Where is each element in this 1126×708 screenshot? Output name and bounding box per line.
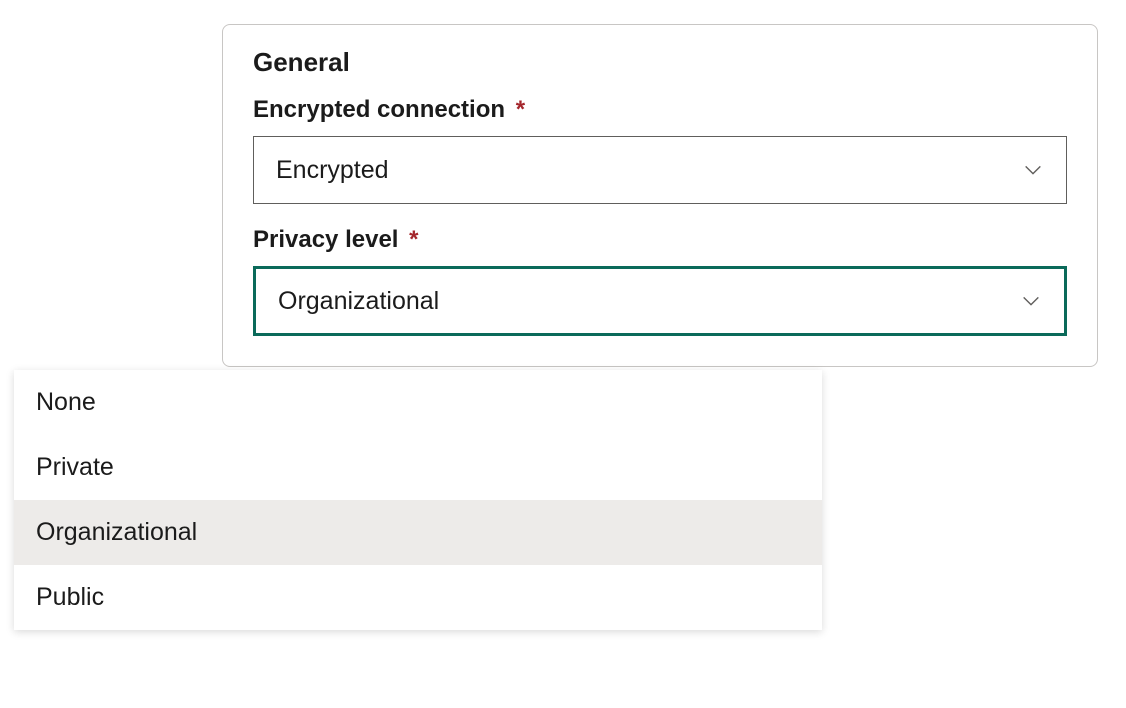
encrypted-connection-label: Encrypted connection * — [253, 96, 1067, 124]
encrypted-connection-select[interactable]: Encrypted — [253, 136, 1067, 204]
general-panel: General Encrypted connection * Encrypted… — [222, 24, 1098, 367]
privacy-level-select[interactable]: Organizational — [253, 266, 1067, 336]
privacy-level-option-organizational[interactable]: Organizational — [14, 500, 822, 565]
chevron-down-icon — [1020, 290, 1042, 312]
required-mark: * — [409, 226, 418, 253]
privacy-level-label-text: Privacy level — [253, 226, 398, 253]
privacy-level-label: Privacy level * — [253, 226, 1067, 254]
privacy-level-option-private[interactable]: Private — [14, 435, 822, 500]
encrypted-connection-label-text: Encrypted connection — [253, 96, 505, 123]
section-title: General — [253, 47, 1067, 78]
privacy-level-dropdown: None Private Organizational Public — [14, 370, 822, 630]
privacy-level-value: Organizational — [278, 287, 439, 316]
privacy-level-option-public[interactable]: Public — [14, 565, 822, 630]
required-mark: * — [516, 96, 525, 123]
chevron-down-icon — [1022, 159, 1044, 181]
privacy-level-option-none[interactable]: None — [14, 370, 822, 435]
encrypted-connection-value: Encrypted — [276, 156, 389, 185]
